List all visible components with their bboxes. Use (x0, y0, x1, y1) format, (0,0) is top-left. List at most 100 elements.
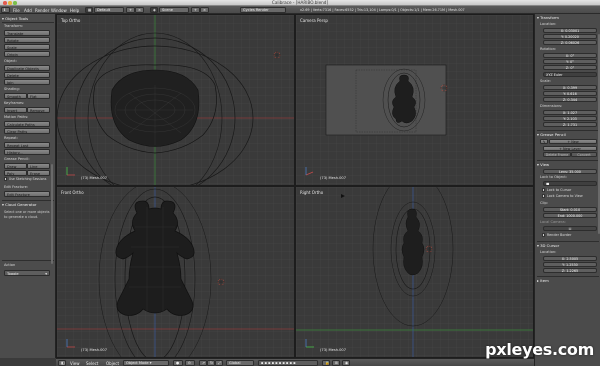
edit-fracture-button[interactable]: Edit Fracture (4, 191, 50, 197)
grease-erase-button[interactable]: Erase (27, 170, 50, 176)
viewport-front-ortho[interactable]: Front Ortho (73) Mesh.007 (56, 186, 295, 358)
insert-keyframe-button[interactable]: Insert (4, 107, 27, 113)
manipulator-scale-icon[interactable]: ⤢ (215, 360, 223, 366)
location-y-field[interactable]: Y: 0.20020 (543, 34, 597, 40)
rotation-y-field[interactable]: Y: 0° (543, 59, 597, 65)
manipulator-rotate-icon[interactable]: ↻ (207, 360, 215, 366)
mode-select[interactable]: Object Mode ▾ (123, 360, 169, 366)
convert-button[interactable]: Convert (571, 152, 597, 158)
screen-layout-select[interactable]: Default (94, 7, 124, 13)
rotation-z-field[interactable]: Z: 0° (543, 65, 597, 71)
location-x-field[interactable]: X: 0.03001 (543, 28, 597, 34)
menu-render[interactable]: Render (35, 8, 49, 13)
menu-help[interactable]: Help (70, 8, 79, 13)
transform-panel-header[interactable]: ▾ Transform (537, 15, 559, 21)
origin-button[interactable]: Origin (4, 51, 50, 57)
scale-y-field[interactable]: Y: 0.616 (543, 91, 597, 97)
repeat-last-button[interactable]: Repeat Last (4, 142, 50, 148)
location-z-field[interactable]: Z: 0.06026 (543, 40, 597, 46)
object-tools-header[interactable]: ▾ Object Tools (2, 16, 28, 21)
cursor-y-field[interactable]: Y: 1.2530 (543, 262, 597, 268)
calculate-paths-button[interactable]: Calculate Paths (4, 121, 50, 127)
transform-orientation-select[interactable]: Global (226, 360, 254, 366)
item-panel-header[interactable]: ▸ Item (537, 278, 549, 284)
close-window-icon[interactable] (3, 1, 7, 5)
editor-type-cube-icon[interactable]: ◧ (58, 360, 66, 366)
lens-field[interactable]: Lens: 35.000 (543, 169, 597, 175)
history-button[interactable]: History... (4, 149, 50, 155)
view-panel-header[interactable]: ▾ View (537, 162, 549, 168)
shading-flat-button[interactable]: Flat (27, 93, 50, 99)
grease-pencil-icon[interactable]: ✎ (540, 139, 548, 145)
divider (537, 130, 599, 131)
viewport-top-ortho[interactable]: Top Ortho (73) Mesh.007 (56, 14, 295, 186)
scale-button[interactable]: Scale (4, 44, 50, 50)
scene-icon[interactable]: ◈ (150, 7, 158, 13)
lock-to-cursor-checkbox[interactable]: Lock to Cursor (542, 188, 571, 193)
translate-button[interactable]: Translate (4, 30, 50, 36)
dimensions-x-field[interactable]: X: 1.027 (543, 110, 597, 116)
menu-window[interactable]: Window (51, 8, 67, 13)
screen-layout-icon[interactable]: ▦ (85, 7, 93, 13)
manipulator-translate-icon[interactable]: ↗ (199, 360, 207, 366)
scale-z-field[interactable]: Z: 0.344 (543, 97, 597, 103)
delete-frame-button[interactable]: Delete Frame (543, 152, 571, 158)
screen-add-button[interactable]: + (126, 7, 135, 13)
clip-end-field[interactable]: End: 1000.000 (543, 213, 597, 219)
minimize-window-icon[interactable] (8, 1, 12, 5)
snap-icon[interactable]: ⊞ (332, 360, 340, 366)
render-icon[interactable]: ◉ (342, 360, 350, 366)
dimensions-z-field[interactable]: Z: 1.731 (543, 122, 597, 128)
rotate-button[interactable]: Rotate (4, 37, 50, 43)
menu-view[interactable]: View (70, 361, 80, 366)
lock-camera-to-view-checkbox[interactable]: Lock Camera to View (542, 194, 583, 199)
local-camera-field[interactable]: ▣ (543, 226, 597, 232)
cloud-generator-header[interactable]: ▾ Cloud Generator (2, 202, 36, 207)
pivot-point-icon[interactable]: ⊙ (185, 360, 195, 366)
rotation-mode-select[interactable]: XYZ Euler (543, 72, 597, 78)
screen-remove-button[interactable]: × (135, 7, 144, 13)
duplicate-objects-button[interactable]: Duplicate Objects (4, 65, 50, 71)
grease-line-button[interactable]: Line (27, 163, 50, 169)
cursor-z-field[interactable]: Z: 1.2265 (543, 268, 597, 274)
viewport-camera-persp[interactable]: Camera Persp (73) Mesh.007 (295, 14, 534, 186)
scene-remove-button[interactable]: × (200, 7, 209, 13)
menu-add[interactable]: Add (24, 8, 32, 13)
cursor-x-field[interactable]: X: 2.5005 (543, 256, 597, 262)
grease-draw-button[interactable]: Draw (4, 163, 27, 169)
new-layer-button[interactable]: + New Layer (543, 146, 597, 152)
viewport-object-label: (73) Mesh.007 (81, 348, 107, 352)
menu-file[interactable]: File (13, 8, 20, 13)
remove-keyframe-button[interactable]: Remove (27, 107, 50, 113)
lock-object-field[interactable]: ■ (543, 181, 597, 187)
action-select[interactable]: Toggle ▾ (4, 270, 50, 276)
use-sketching-checkbox[interactable]: Use Sketching Sessions (4, 177, 46, 182)
clip-start-field[interactable]: Start: 0.010 (543, 207, 597, 213)
clear-paths-button[interactable]: Clear Paths (4, 128, 50, 134)
motion-paths-label: Motion Paths: (4, 115, 29, 119)
render-border-checkbox[interactable]: Render Border (542, 233, 571, 238)
dimensions-y-field[interactable]: Y: 2.103 (543, 116, 597, 122)
menu-select[interactable]: Select (86, 361, 98, 366)
scale-x-field[interactable]: X: 0.399 (543, 85, 597, 91)
menu-object[interactable]: Object (106, 361, 119, 366)
join-button[interactable]: Join (4, 79, 50, 85)
toolshelf-scrollbar[interactable] (51, 164, 53, 264)
scene-add-button[interactable]: + (191, 7, 200, 13)
zoom-window-icon[interactable] (13, 1, 17, 5)
viewport-shading-icon[interactable]: ● (173, 360, 183, 366)
rotation-x-field[interactable]: X: 0° (543, 53, 597, 59)
render-engine-select[interactable]: Cycles Render (240, 7, 286, 13)
scene-select[interactable]: Scene (159, 7, 189, 13)
grease-pencil-panel-header[interactable]: ▾ Grease Pencil (537, 132, 566, 138)
lock-camera-icon[interactable]: 🔒 (322, 360, 330, 366)
divider (2, 22, 54, 23)
3d-cursor-panel-header[interactable]: ▾ 3D Cursor (537, 243, 559, 249)
grease-poly-button[interactable]: Poly (4, 170, 27, 176)
shading-smooth-button[interactable]: Smooth (4, 93, 27, 99)
grease-new-button[interactable]: + New (549, 139, 597, 145)
layer-buttons[interactable]: ▪ ▪ ▪ ▪ ▪ ▪ ▪ ▪ ▪ ▪ (258, 360, 318, 366)
viewport-right-ortho[interactable]: Right Ortho (73) Mesh.007 (295, 186, 534, 358)
delete-button[interactable]: Delete (4, 72, 50, 78)
editor-type-icon[interactable]: ℹ (1, 7, 10, 13)
